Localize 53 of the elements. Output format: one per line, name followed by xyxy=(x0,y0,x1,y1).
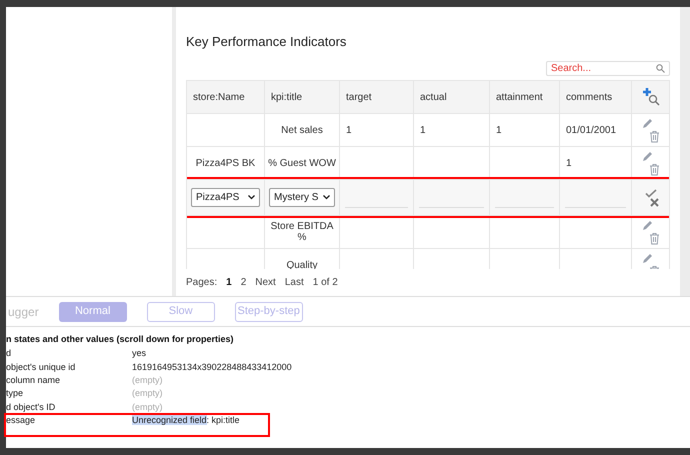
property-name: essage xyxy=(6,414,36,427)
column-header: comments xyxy=(566,90,612,104)
property-name: object's unique id xyxy=(6,360,76,374)
table-cell: 01/01/2001 xyxy=(566,124,616,136)
search-icon xyxy=(656,64,665,73)
table-cell: 1 xyxy=(346,124,352,136)
caret-icon xyxy=(248,195,255,200)
pencil-icon[interactable] xyxy=(642,219,654,231)
debugger-label: ugger xyxy=(8,304,39,320)
pencil-icon[interactable] xyxy=(642,150,654,162)
caret-icon xyxy=(323,195,330,200)
column-header: target xyxy=(346,90,372,104)
search-input[interactable]: Search... xyxy=(551,61,656,76)
table-cell: 1 xyxy=(566,158,572,168)
page-count: 1 of 2 xyxy=(312,276,338,290)
property-name: column name xyxy=(6,374,62,387)
column-header: actual xyxy=(420,90,447,104)
table-cell: % Guest WOW xyxy=(268,158,336,168)
trash-icon[interactable] xyxy=(649,163,660,176)
pencil-icon[interactable] xyxy=(642,252,654,264)
states-heading: n states and other values (scroll down for properties) xyxy=(6,333,234,346)
table-cell: Net sales xyxy=(281,124,323,136)
property-value: yes xyxy=(132,347,146,360)
pager-label: Pages: xyxy=(186,276,218,290)
close-icon[interactable] xyxy=(650,198,659,206)
next-link[interactable]: Next xyxy=(255,274,276,290)
column-header: attainment xyxy=(496,90,543,104)
pencil-icon[interactable] xyxy=(642,117,654,129)
table-cell: 1 xyxy=(496,124,502,136)
column-header: store:Name xyxy=(193,90,245,104)
property-name: type xyxy=(6,387,24,400)
search-field[interactable]: Search... xyxy=(546,61,670,76)
dropdown[interactable]: Pizza4PS xyxy=(191,188,260,207)
dropdown[interactable]: Mystery S xyxy=(269,188,335,207)
property-value: (empty) xyxy=(132,387,163,400)
last-link[interactable]: Last xyxy=(284,274,304,290)
column-header: kpi:title xyxy=(271,90,302,104)
check-icon[interactable] xyxy=(644,188,656,198)
table-cell: Pizza4PS BK xyxy=(196,158,256,168)
table-cell: 1 xyxy=(420,124,426,136)
property-value: (empty) xyxy=(132,374,163,387)
property-name: d xyxy=(6,347,12,360)
property-value: Unrecognized field: kpi:title xyxy=(132,414,240,427)
property-name: d object's ID xyxy=(6,400,56,414)
trash-icon[interactable] xyxy=(649,130,660,143)
property-value: (empty) xyxy=(132,400,163,414)
add-search-icon[interactable] xyxy=(642,87,660,107)
page-link[interactable]: 2 xyxy=(240,274,246,290)
property-value: 1619164953134x390228488433412000 xyxy=(132,360,292,374)
section-title: Key Performance Indicators xyxy=(186,34,346,50)
page-link[interactable]: 1 xyxy=(226,274,232,290)
trash-icon[interactable] xyxy=(649,232,660,245)
table-cell-text: Store EBITDA % xyxy=(270,221,334,243)
